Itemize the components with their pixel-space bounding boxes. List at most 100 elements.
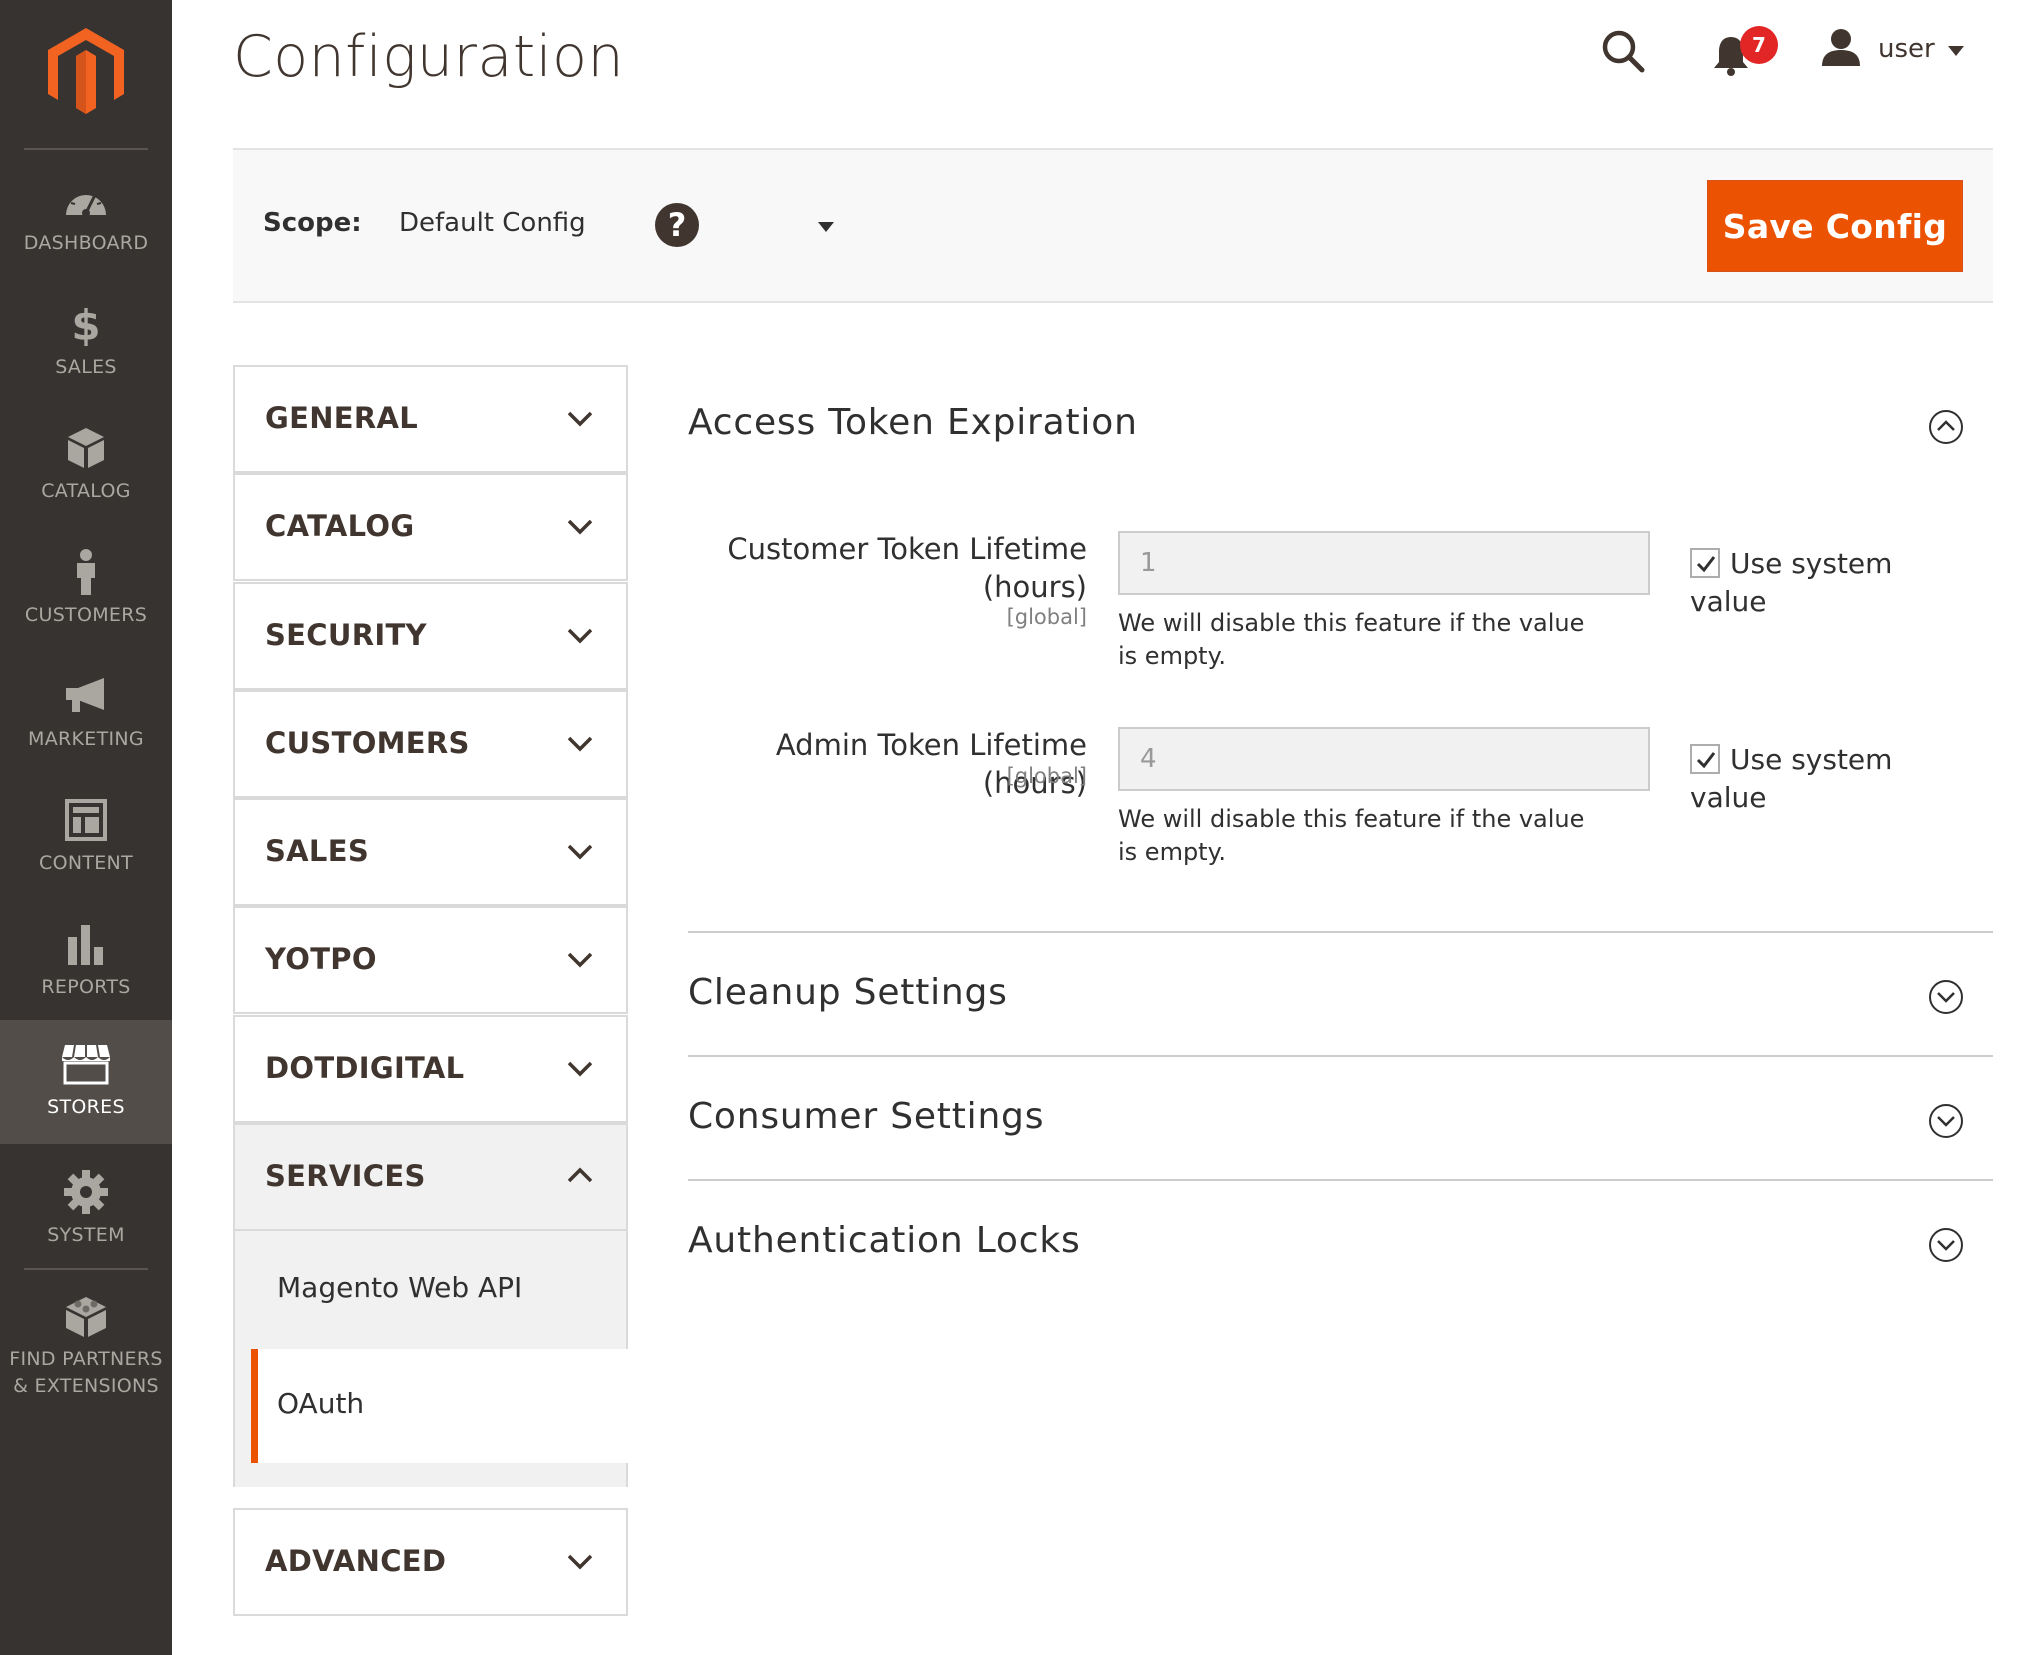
tab-label: SERVICES [265, 1159, 426, 1193]
tab-item-label: OAuth [277, 1387, 365, 1420]
tab-dotdigital[interactable]: DOTDIGITAL [233, 1015, 628, 1123]
menu-item-label: SALES [55, 356, 117, 378]
dollar-icon: $ [71, 302, 101, 346]
admin-menu: DASHBOARD $ SALES CATALOG CUSTOMERS MARK… [0, 0, 172, 1655]
chevron-down-icon [567, 519, 593, 535]
dashboard-icon [63, 178, 109, 222]
menu-item-content[interactable]: CONTENT [0, 776, 172, 900]
scope-label: Scope: [263, 208, 362, 238]
section-divider [688, 1179, 1993, 1181]
checkbox[interactable] [1690, 548, 1720, 578]
search-icon [1602, 30, 1645, 73]
checkmark-icon [1696, 556, 1716, 573]
page-title: Configuration [233, 24, 625, 90]
menu-item-marketing[interactable]: MARKETING [0, 652, 172, 776]
chevron-down-icon [567, 952, 593, 968]
tab-yotpo[interactable]: YOTPO [233, 906, 628, 1014]
menu-divider [24, 1268, 148, 1270]
tab-advanced[interactable]: ADVANCED [233, 1508, 628, 1616]
field-note: We will disable this feature if the valu… [1118, 609, 1585, 670]
chevron-down-icon [567, 1061, 593, 1077]
tab-general[interactable]: GENERAL [233, 365, 628, 473]
chevron-down-icon [567, 844, 593, 860]
section-title-cleanup[interactable]: Cleanup Settings [688, 972, 1008, 1013]
menu-item-sales[interactable]: $ SALES [0, 280, 172, 404]
tab-label: CATALOG [265, 509, 415, 543]
magento-logo-icon [48, 28, 124, 114]
menu-item-label: CONTENT [39, 852, 133, 874]
chevron-up-icon [567, 1167, 593, 1183]
menu-item-customers[interactable]: CUSTOMERS [0, 528, 172, 652]
menu-item-label: DASHBOARD [23, 232, 149, 254]
checkmark-icon [1696, 752, 1716, 769]
admin-token-lifetime-input[interactable] [1118, 727, 1650, 791]
tab-label: SALES [265, 834, 370, 868]
caret-down-icon[interactable] [818, 222, 834, 232]
scope-note: [global] [1006, 605, 1087, 629]
tab-sales[interactable]: SALES [233, 798, 628, 906]
tab-catalog[interactable]: CATALOG [233, 473, 628, 581]
menu-item-label: CATALOG [41, 480, 131, 502]
chevron-down-icon [567, 411, 593, 427]
menu-item-system[interactable]: SYSTEM [0, 1148, 172, 1272]
checkbox[interactable] [1690, 744, 1720, 774]
tab-label: YOTPO [265, 942, 377, 976]
save-config-button[interactable]: Save Config [1707, 180, 1963, 272]
tab-label: DOTDIGITAL [265, 1051, 465, 1085]
gear-icon [63, 1170, 109, 1214]
menu-item-dashboard[interactable]: DASHBOARD [0, 156, 172, 280]
chevron-down-icon [567, 628, 593, 644]
bar-chart-icon [66, 922, 106, 966]
tab-customers[interactable]: CUSTOMERS [233, 690, 628, 798]
tab-label: ADVANCED [265, 1544, 447, 1578]
scope-note: [global] [1006, 764, 1087, 788]
tab-label: GENERAL [265, 401, 419, 435]
menu-item-label: REPORTS [41, 976, 131, 998]
section-title-consumer[interactable]: Consumer Settings [688, 1096, 1044, 1137]
tab-item-magento-web-api[interactable]: Magento Web API [235, 1231, 630, 1345]
menu-item-find-partners[interactable]: FIND PARTNERS & EXTENSIONS [0, 1272, 172, 1422]
customer-token-lifetime-label: Customer Token Lifetime (hours) [727, 532, 1087, 604]
tab-label: SECURITY [265, 618, 427, 652]
use-system-value-checkbox[interactable]: Use system value [1690, 545, 1920, 621]
expand-section-icon[interactable] [1928, 1103, 1964, 1139]
user-account-button[interactable] [1820, 28, 1862, 72]
checkbox-label: Use system value [1690, 547, 1893, 618]
section-divider [688, 931, 1993, 933]
chevron-down-icon [567, 736, 593, 752]
section-title-auth-locks[interactable]: Authentication Locks [688, 1220, 1081, 1261]
checkbox-label: Use system value [1690, 743, 1893, 814]
notification-count-badge[interactable]: 7 [1740, 26, 1778, 64]
customer-token-lifetime-input[interactable] [1118, 531, 1650, 595]
user-name[interactable]: user [1878, 34, 1935, 64]
services-submenu: Magento Web API OAuth [233, 1231, 630, 1487]
bricks-icon [63, 1294, 109, 1338]
person-icon [73, 549, 99, 595]
menu-item-label: CUSTOMERS [24, 604, 148, 626]
expand-section-icon[interactable] [1928, 1227, 1964, 1263]
menu-item-label: STORES [47, 1096, 125, 1118]
tab-security[interactable]: SECURITY [233, 582, 628, 690]
menu-item-stores[interactable]: STORES [0, 1020, 172, 1144]
layout-icon [65, 798, 107, 842]
collapse-section-icon[interactable] [1928, 409, 1964, 445]
user-icon [1822, 29, 1860, 66]
help-icon[interactable]: ? [655, 203, 699, 247]
menu-item-catalog[interactable]: CATALOG [0, 404, 172, 528]
storefront-icon [61, 1042, 111, 1086]
expand-section-icon[interactable] [1928, 979, 1964, 1015]
menu-item-reports[interactable]: REPORTS [0, 900, 172, 1024]
search-button[interactable] [1600, 28, 1646, 78]
scope-switcher[interactable]: Default Config [399, 208, 586, 238]
menu-item-label: SYSTEM [47, 1224, 125, 1246]
field-note: We will disable this feature if the valu… [1118, 805, 1585, 866]
chevron-down-icon [567, 1554, 593, 1570]
megaphone-icon [64, 674, 108, 718]
use-system-value-checkbox[interactable]: Use system value [1690, 741, 1920, 817]
menu-divider [24, 148, 148, 150]
magento-logo[interactable] [0, 28, 172, 120]
tab-services[interactable]: SERVICES [233, 1123, 628, 1231]
section-title-access-token[interactable]: Access Token Expiration [688, 402, 1138, 443]
caret-down-icon[interactable] [1948, 46, 1964, 56]
tab-item-oauth[interactable]: OAuth [251, 1349, 630, 1463]
